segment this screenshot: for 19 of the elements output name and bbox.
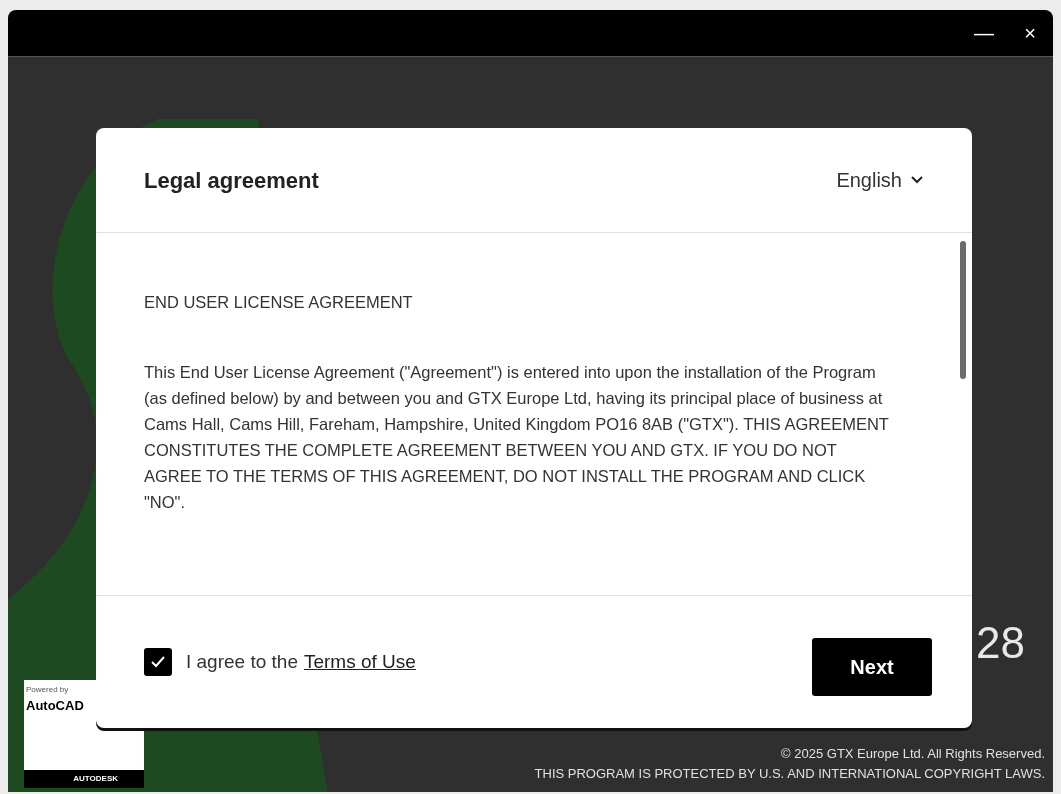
dialog-title: Legal agreement xyxy=(144,166,319,195)
terms-of-use-link[interactable]: Terms of Use xyxy=(303,647,416,677)
chevron-down-icon xyxy=(910,175,924,185)
agreement-paragraph: This End User License Agreement ("Agreement") is entered into upon the installation of the Program (as defined below) by and between you and GTX Europe Ltd, having its principal place of business at Cams Hall, Cams Hill, Fareham, Hampshire, United Kingdom PO16 8AB ("GTX"). THIS AGREEMENT CONSTITUTES THE COMPLETE AGREEMENT BETWEEN YOU AND GTX. IF YOU DO NOT AGREE TO THE TERMS OF THIS AGREEMENT, DO NOT INSTALL THE PROGRAM AND CLICK "NO". xyxy=(144,362,890,513)
badge-product: AutoCAD xyxy=(25,697,85,715)
badge-caption: Powered by xyxy=(25,684,70,696)
legal-notice-text: THIS PROGRAM IS PROTECTED BY U.S. AND INTERNATIONAL COPYRIGHT LAWS. xyxy=(534,765,1045,783)
agree-label: I agree to the xyxy=(186,649,298,674)
agree-checkbox[interactable] xyxy=(144,648,172,676)
language-dropdown[interactable]: English xyxy=(836,165,924,195)
checkmark-icon xyxy=(151,656,165,668)
version-text: 28 xyxy=(976,617,1025,669)
scrollbar-thumb[interactable] xyxy=(960,241,966,379)
close-button[interactable]: × xyxy=(1007,10,1053,56)
badge-vendor: AUTODESK xyxy=(24,770,144,788)
copyright-text: © 2025 GTX Europe Ltd. All Rights Reserved. xyxy=(781,745,1045,763)
minimize-button[interactable]: — xyxy=(961,10,1007,56)
agreement-heading: END USER LICENSE AGREEMENT xyxy=(144,292,414,313)
next-button[interactable]: Next xyxy=(812,638,932,696)
